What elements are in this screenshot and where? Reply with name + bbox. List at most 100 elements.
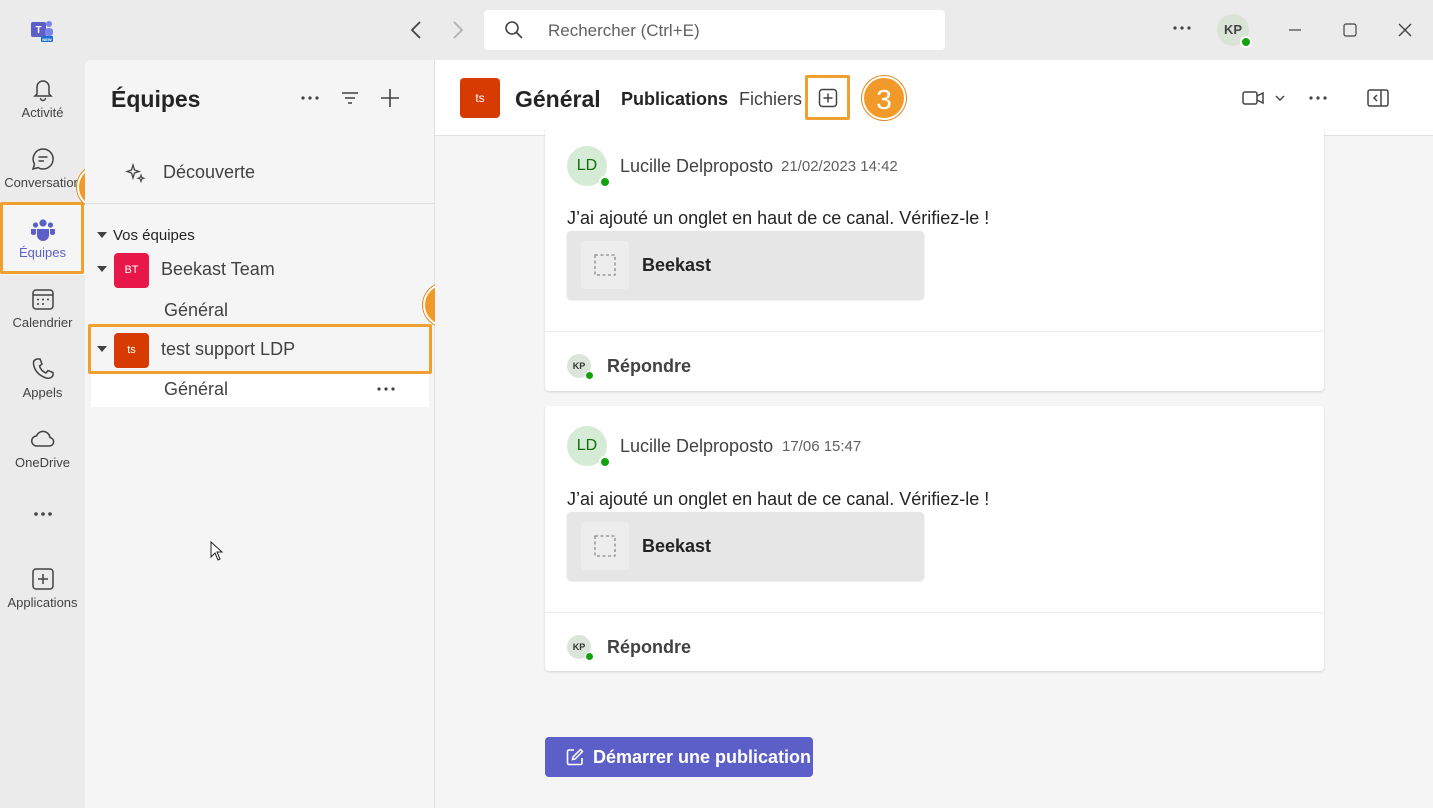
cloud-icon: [30, 430, 54, 447]
svg-text:T: T: [35, 25, 41, 36]
team-row-beekast[interactable]: BT Beekast Team: [85, 250, 435, 290]
author-initials: LD: [576, 157, 598, 174]
rail-item-activite[interactable]: Activité: [0, 65, 85, 135]
attachment-name: Beekast: [642, 536, 712, 556]
minimize-icon[interactable]: [1283, 18, 1307, 42]
sparkle-icon: [125, 162, 146, 184]
rail-label: Applications: [7, 595, 78, 610]
reply-initials: KP: [572, 361, 586, 371]
more-options-icon[interactable]: [298, 86, 322, 110]
discover-item[interactable]: Découverte: [85, 150, 435, 204]
calendar-icon: [31, 289, 54, 310]
rail-label: Conversation: [4, 175, 81, 190]
start-post-button[interactable]: Démarrer une publication: [545, 737, 813, 777]
presence-available-icon: [599, 176, 611, 188]
channel-avatar: ts: [460, 78, 500, 118]
post-card: LD Lucille Delproposto 21/02/2023 14:42 …: [545, 126, 1324, 391]
author-name[interactable]: Lucille Delproposto: [620, 436, 773, 457]
teams-pane: Équipes Découverte Vos équipes BT Beekas…: [85, 60, 435, 808]
start-post-label: Démarrer une publication: [593, 747, 812, 767]
rail-item-appels[interactable]: Appels: [0, 345, 85, 415]
video-call-icon[interactable]: [1241, 86, 1265, 110]
more-options-icon[interactable]: [374, 377, 398, 401]
highlight-equipes: [0, 202, 84, 274]
back-arrow-icon[interactable]: [405, 18, 429, 42]
reply-button[interactable]: KP Répondre: [545, 612, 1324, 672]
team-name: Beekast Team: [161, 259, 275, 279]
timestamp: 17/06 15:47: [782, 438, 862, 455]
author-avatar[interactable]: LD: [567, 146, 611, 188]
close-icon[interactable]: [1393, 18, 1417, 42]
author-name[interactable]: Lucille Delproposto: [620, 156, 773, 177]
add-tab-button[interactable]: [805, 75, 850, 120]
author-initials: LD: [576, 437, 598, 454]
rail-item-onedrive[interactable]: OneDrive: [0, 415, 85, 485]
more-icon: [33, 512, 52, 516]
chevron-down-icon[interactable]: [97, 266, 107, 272]
reply-label: Répondre: [607, 356, 692, 376]
post-card: LD Lucille Delproposto 17/06 15:47 J’ai …: [545, 406, 1324, 671]
more-options-icon[interactable]: [1170, 16, 1194, 40]
reply-button[interactable]: KP Répondre: [545, 331, 1324, 391]
channel-row-general[interactable]: Général: [91, 294, 429, 328]
tab-fichiers[interactable]: Fichiers: [739, 89, 802, 110]
more-options-icon[interactable]: [1306, 86, 1330, 110]
rail-item-conversation[interactable]: Conversation: [0, 135, 85, 205]
channel-main: ts Général Publications Fichiers 3 LD Lu…: [435, 60, 1433, 808]
search-icon: [505, 21, 523, 39]
message-text: J’ai ajouté un onglet en haut de ce cana…: [567, 208, 990, 228]
channel-header: ts Général Publications Fichiers 3: [435, 60, 1433, 136]
side-panel-icon[interactable]: [1366, 86, 1390, 110]
maximize-icon[interactable]: [1338, 18, 1362, 42]
bell-icon: [32, 80, 53, 102]
user-initials: KP: [1223, 22, 1243, 37]
rail-item-more[interactable]: [0, 490, 85, 540]
chat-icon: [31, 148, 54, 171]
svg-text:NEW: NEW: [42, 37, 52, 42]
add-apps-icon: [31, 568, 54, 590]
presence-available-icon: [599, 456, 611, 468]
rail-item-applications[interactable]: Applications: [0, 555, 85, 625]
highlight-team-test-support: [88, 324, 432, 374]
reply-avatar: KP: [567, 635, 594, 661]
app-placeholder-icon: [581, 241, 629, 289]
filter-icon[interactable]: [338, 86, 362, 110]
phone-icon: [32, 358, 54, 379]
channel-title: Général: [515, 86, 601, 112]
rail-label: Calendrier: [12, 315, 73, 330]
title-bar: T NEW Rechercher (Ctrl+E) KP: [0, 0, 1433, 60]
callout-badge-3: 3: [862, 76, 906, 120]
compose-icon: [566, 748, 584, 766]
rail-item-calendrier[interactable]: Calendrier: [0, 275, 85, 345]
user-avatar[interactable]: KP: [1217, 14, 1252, 48]
mouse-cursor-icon: [210, 541, 224, 561]
timestamp: 21/02/2023 14:42: [781, 158, 898, 175]
forward-arrow-icon[interactable]: [445, 18, 469, 42]
author-avatar[interactable]: LD: [567, 426, 611, 468]
attachment-name: Beekast: [642, 255, 712, 275]
reply-label: Répondre: [607, 637, 692, 657]
channel-name: Général: [164, 379, 229, 399]
message-text: J’ai ajouté un onglet en haut de ce cana…: [567, 489, 990, 509]
team-avatar: BT: [114, 253, 149, 288]
tab-publications[interactable]: Publications: [621, 89, 728, 110]
search-input[interactable]: Rechercher (Ctrl+E): [484, 10, 945, 50]
discover-label: Découverte: [163, 162, 256, 182]
posts-feed: LD Lucille Delproposto 21/02/2023 14:42 …: [435, 126, 1433, 808]
presence-available-icon: [585, 371, 594, 380]
rail-label: Activité: [21, 105, 64, 120]
section-your-teams[interactable]: Vos équipes: [97, 227, 195, 244]
channel-row-general-selected[interactable]: Général: [91, 373, 429, 407]
tab-attachment-card[interactable]: Beekast: [567, 231, 924, 299]
search-placeholder: Rechercher (Ctrl+E): [548, 21, 700, 40]
reply-avatar: KP: [567, 354, 594, 380]
app-placeholder-icon: [581, 522, 629, 570]
teams-logo-icon: T NEW: [31, 21, 53, 42]
tab-attachment-card[interactable]: Beekast: [567, 512, 924, 580]
rail-label: OneDrive: [15, 455, 70, 470]
pane-title: Équipes: [111, 86, 201, 112]
add-icon[interactable]: [378, 86, 402, 110]
chevron-down-icon[interactable]: [1273, 86, 1287, 110]
presence-available-icon: [1240, 36, 1252, 48]
reply-initials: KP: [572, 642, 586, 652]
